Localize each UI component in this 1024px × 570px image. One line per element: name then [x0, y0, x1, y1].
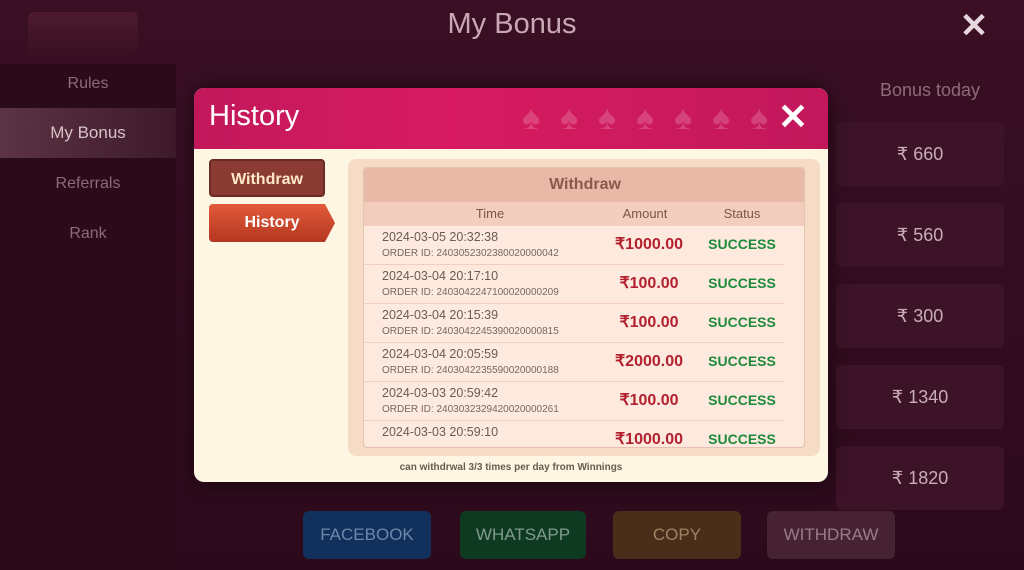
spade-icon: ♠	[597, 99, 617, 137]
modal-header: History ♠ ♠ ♠ ♠ ♠ ♠ ♠ ✕	[194, 88, 828, 149]
bonus-today-cell: ₹ 1340	[836, 365, 1004, 429]
row-time: 2024-03-04 20:15:39	[382, 308, 499, 322]
copy-button[interactable]: COPY	[613, 511, 741, 559]
bonus-today-cell: ₹ 300	[836, 284, 1004, 348]
tab-history[interactable]: History	[209, 204, 335, 242]
spade-icon: ♠	[711, 99, 731, 137]
column-header-amount: Amount	[610, 202, 680, 226]
table-row: 2024-03-03 20:59:10 ₹1000.00 SUCCESS	[364, 421, 784, 448]
row-amount: ₹100.00	[619, 392, 679, 409]
row-time: 2024-03-03 20:59:10	[382, 425, 499, 439]
table-row: 2024-03-03 20:59:42 ORDER ID: 2403032329…	[364, 382, 784, 421]
row-amount: ₹100.00	[619, 275, 679, 292]
table-row: 2024-03-04 20:15:39 ORDER ID: 2403042245…	[364, 304, 784, 343]
close-icon[interactable]: ✕	[777, 99, 809, 135]
withdraw-limit-note: can withdrwal 3/3 times per day from Win…	[399, 462, 623, 473]
sidebar-item-referrals[interactable]: Referrals	[0, 164, 176, 204]
table-row: 2024-03-04 20:17:10 ORDER ID: 2403042247…	[364, 265, 784, 304]
panel-title: Withdraw	[364, 168, 804, 202]
row-status: SUCCESS	[708, 392, 776, 408]
row-status: SUCCESS	[708, 236, 776, 252]
row-time: 2024-03-05 20:32:38	[382, 230, 499, 244]
card-suits-decoration: ♠ ♠ ♠ ♠ ♠ ♠ ♠	[514, 98, 776, 138]
row-order-id: ORDER ID: 2403042245390020000815	[382, 326, 559, 337]
withdraw-button[interactable]: WITHDRAW	[767, 511, 895, 559]
column-header-time: Time	[464, 202, 516, 226]
bonus-today-cell: ₹ 1820	[836, 446, 1004, 510]
row-order-id: ORDER ID: 2403042235590020000188	[382, 365, 559, 376]
column-header-status: Status	[710, 202, 774, 226]
row-time: 2024-03-04 20:17:10	[382, 269, 499, 283]
row-order-id: ORDER ID: 2403052302380020000042	[382, 248, 559, 259]
bonus-today-cell: ₹ 660	[836, 122, 1004, 186]
close-icon[interactable]: ✕	[958, 9, 990, 43]
history-modal: History ♠ ♠ ♠ ♠ ♠ ♠ ♠ ✕ Withdraw History…	[194, 88, 828, 482]
spade-icon: ♠	[673, 99, 693, 137]
table-row: 2024-03-05 20:32:38 ORDER ID: 2403052302…	[364, 226, 784, 265]
whatsapp-button[interactable]: WHATSAPP	[460, 511, 586, 559]
sidebar-item-my-bonus[interactable]: My Bonus	[0, 108, 176, 158]
row-status: SUCCESS	[708, 353, 776, 369]
row-amount: ₹100.00	[619, 314, 679, 331]
history-list[interactable]: 2024-03-05 20:32:38 ORDER ID: 2403052302…	[364, 226, 804, 448]
sidebar: Rules My Bonus Referrals Rank	[0, 64, 176, 570]
row-time: 2024-03-03 20:59:42	[382, 386, 499, 400]
withdraw-history-table: Withdraw Time Amount Status 2024-03-05 2…	[363, 167, 805, 448]
sidebar-item-rank[interactable]: Rank	[0, 214, 176, 254]
page-title: My Bonus	[447, 8, 577, 40]
row-amount: ₹1000.00	[614, 431, 683, 448]
row-time: 2024-03-04 20:05:59	[382, 347, 499, 361]
table-row: 2024-03-04 20:05:59 ORDER ID: 2403042235…	[364, 343, 784, 382]
spade-icon: ♠	[635, 99, 655, 137]
row-amount: ₹2000.00	[614, 353, 683, 370]
sidebar-item-rules[interactable]: Rules	[0, 64, 176, 104]
spade-icon: ♠	[521, 99, 541, 137]
row-status: SUCCESS	[708, 275, 776, 291]
row-amount: ₹1000.00	[614, 236, 683, 253]
tab-withdraw[interactable]: Withdraw	[209, 159, 325, 197]
row-status: SUCCESS	[708, 431, 776, 447]
row-status: SUCCESS	[708, 314, 776, 330]
bonus-today-header: Bonus today	[879, 80, 981, 100]
spade-icon: ♠	[559, 99, 579, 137]
page-header: My Bonus ✕	[0, 0, 1024, 56]
facebook-button[interactable]: FACEBOOK	[303, 511, 431, 559]
modal-title: History	[209, 100, 300, 132]
spade-icon: ♠	[749, 99, 769, 137]
row-order-id: ORDER ID: 2403042247100020000209	[382, 287, 559, 298]
bonus-today-cell: ₹ 560	[836, 203, 1004, 267]
row-order-id: ORDER ID: 2403032329420020000261	[382, 404, 559, 415]
